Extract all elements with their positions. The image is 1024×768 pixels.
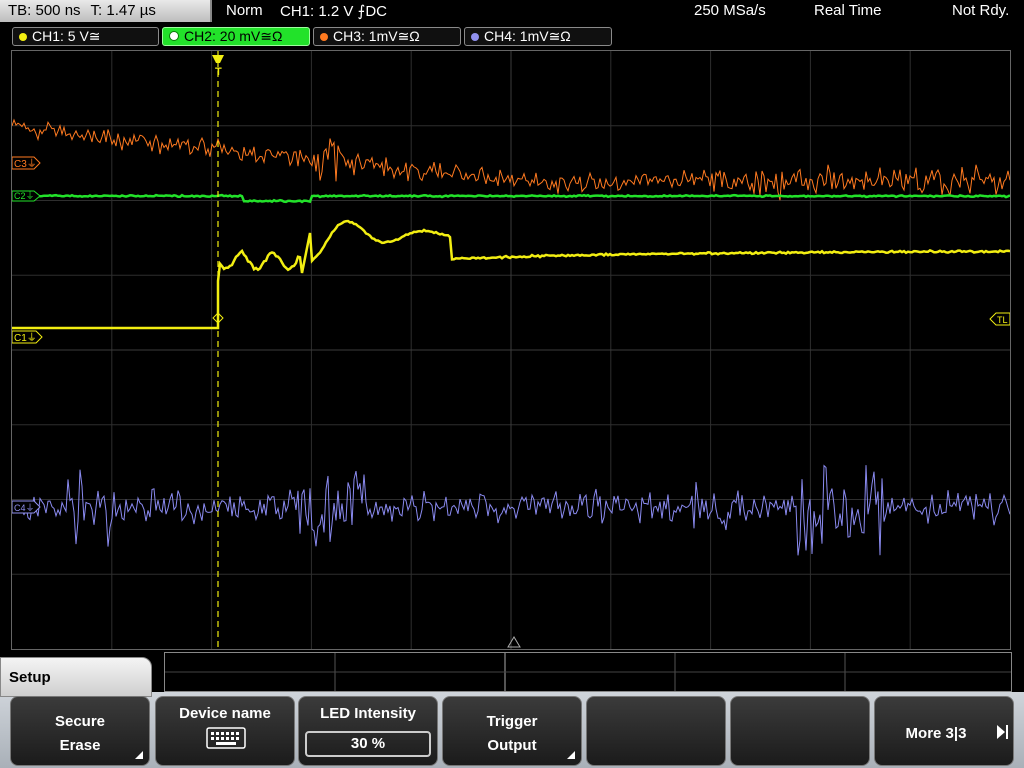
keyboard-icon [206,727,246,749]
c4-marker-label: C4⏚ [14,503,35,513]
info-strip-grid [165,653,1011,691]
ch2-label: CH2: 20 mV≅Ω [184,28,283,44]
softkey-empty-6[interactable] [730,696,870,766]
softkey-label: More 3|3 [905,725,967,742]
c1-marker-label: C1⏚ [14,332,37,344]
next-page-icon [997,725,1008,739]
channel-tab-ch2[interactable]: CH2: 20 mV≅Ω [162,27,310,46]
timebase-box[interactable]: TB: 500 ns T: 1.47 µs [0,0,212,22]
trigger-level-label: TL [997,315,1008,325]
ch1-color-icon [19,33,27,41]
softkey-label: Erase [59,737,101,754]
acquisition-status: Not Rdy. [952,2,1010,19]
trigger-setting[interactable]: CH1: 1.2 V ⨍DC [280,2,387,20]
status-bar: TB: 500 ns T: 1.47 µs Norm CH1: 1.2 V ⨍DC… [0,0,1024,24]
ch3-color-icon [320,33,328,41]
ch4-color-icon [471,33,479,41]
channel-tab-ch1[interactable]: CH1: 5 V≅ [12,27,159,46]
sample-rate: 250 MSa/s [694,2,766,19]
trigger-mode[interactable]: Norm [226,2,263,19]
trigger-level-marker[interactable]: TL [989,312,1010,326]
led-intensity-value[interactable]: 30 % [305,731,431,757]
waveform-display[interactable]: T C3⏚ C2⏚ C1⏚ C4⏚ TL [11,50,1011,650]
graticule [12,51,1010,649]
secure-erase-button[interactable]: Secure Erase [10,696,150,766]
c3-marker-label: C3⏚ [14,158,37,170]
ch2-color-icon [169,31,179,41]
menu-title-tab: Setup [0,657,152,697]
waveform-canvas: T C3⏚ C2⏚ C1⏚ C4⏚ TL [12,51,1010,649]
led-intensity-button[interactable]: LED Intensity 30 % [298,696,438,766]
softkey-label: Trigger [486,713,538,730]
more-button[interactable]: More 3|3 [874,696,1014,766]
ch3-label: CH3: 1mV≅Ω [333,28,420,44]
ch1-label: CH1: 5 V≅ [32,28,101,44]
info-strip [164,652,1012,692]
acquisition-mode: Real Time [814,2,882,19]
c2-ground-marker[interactable]: C2⏚ [12,190,41,202]
submenu-corner-icon [567,751,575,759]
softkey-label: Device name [179,705,271,722]
softkey-label: Secure [54,713,106,730]
trigger-time-value: T: 1.47 µs [90,2,156,19]
channel-tab-ch4[interactable]: CH4: 1mV≅Ω [464,27,612,46]
softkey-label: LED Intensity [320,705,416,722]
c4-ground-marker[interactable]: C4⏚ [12,500,41,514]
center-reference-icon [507,636,521,648]
softkey-empty-5[interactable] [586,696,726,766]
softkey-label: Output [487,737,537,754]
channel-tab-ch3[interactable]: CH3: 1mV≅Ω [313,27,461,46]
device-name-button[interactable]: Device name [155,696,295,766]
ch4-label: CH4: 1mV≅Ω [484,28,571,44]
submenu-corner-icon [135,751,143,759]
timebase-value: TB: 500 ns [8,2,81,19]
c1-ground-marker[interactable]: C1⏚ [12,330,43,344]
c2-marker-label: C2⏚ [14,191,35,201]
trigger-position-label: T [215,66,222,78]
trigger-output-button[interactable]: Trigger Output [442,696,582,766]
c3-ground-marker[interactable]: C3⏚ [12,156,41,170]
trigger-position-icon[interactable] [212,55,224,63]
